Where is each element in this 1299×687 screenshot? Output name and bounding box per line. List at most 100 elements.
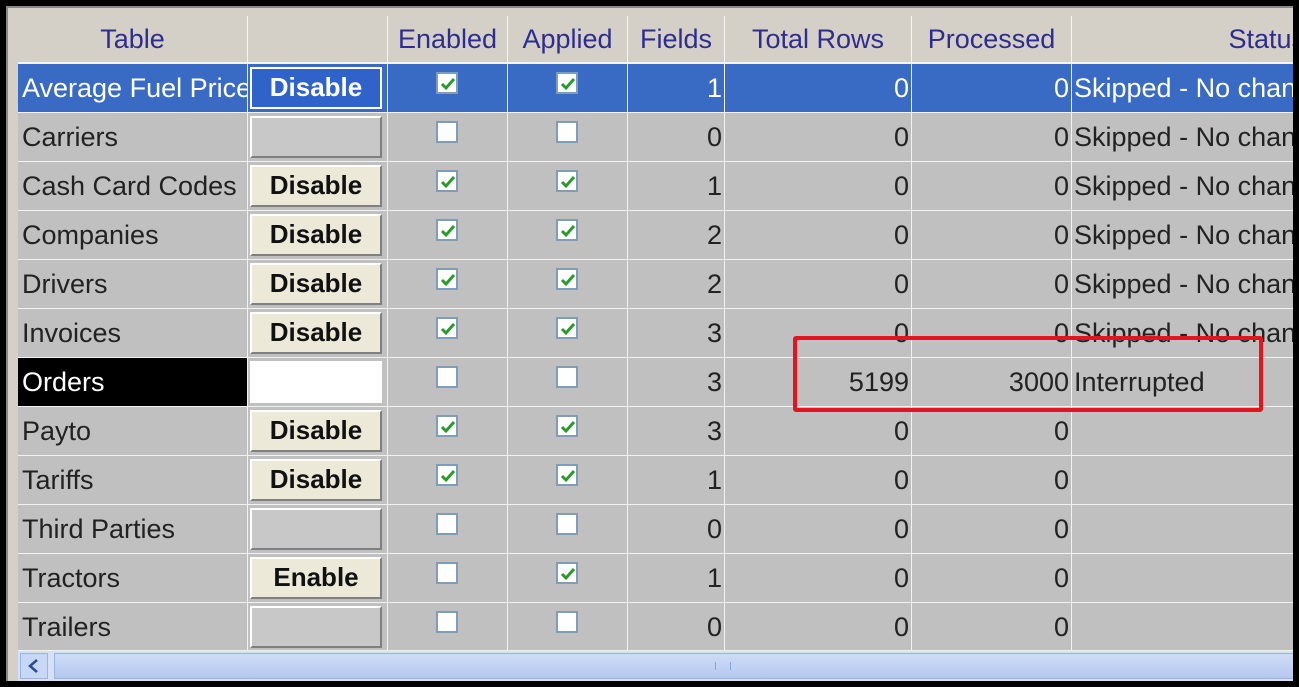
disable-button[interactable]: Disable xyxy=(250,459,382,501)
scroll-left-button[interactable] xyxy=(20,653,48,679)
enabled-checkbox[interactable] xyxy=(436,415,458,437)
checkmark-icon xyxy=(560,274,576,287)
disable-button[interactable]: Disable xyxy=(250,165,382,207)
status-cell: Skipped - No changes xyxy=(1072,260,1293,309)
applied-checkbox[interactable] xyxy=(556,268,578,290)
horizontal-scrollbar[interactable] xyxy=(18,650,1293,681)
table-name-cell[interactable]: Third Parties xyxy=(18,505,248,554)
applied-checkbox[interactable] xyxy=(556,415,578,437)
table-row[interactable]: Tariffs Disable 1 0 0 xyxy=(18,456,1293,505)
table-name-cell[interactable]: Drivers xyxy=(18,260,248,309)
applied-checkbox[interactable] xyxy=(556,219,578,241)
applied-checkbox[interactable] xyxy=(556,611,578,633)
table-row[interactable]: Trailers 0 0 0 xyxy=(18,603,1293,652)
empty-action-button[interactable] xyxy=(250,508,382,550)
enabled-checkbox[interactable] xyxy=(436,366,458,388)
header-enabled[interactable]: Enabled xyxy=(388,16,508,62)
processed-cell: 0 xyxy=(912,554,1072,603)
checkmark-icon xyxy=(560,568,576,581)
empty-action-button[interactable] xyxy=(250,606,382,648)
action-cell: Disable xyxy=(248,162,388,211)
chevron-left-icon xyxy=(28,659,38,673)
header-applied[interactable]: Applied xyxy=(508,16,628,62)
scroll-thumb[interactable] xyxy=(54,653,1293,679)
applied-checkbox[interactable] xyxy=(556,366,578,388)
table-name-cell[interactable]: Companies xyxy=(18,211,248,260)
enabled-checkbox[interactable] xyxy=(436,219,458,241)
enabled-cell xyxy=(388,211,508,260)
empty-action-button[interactable] xyxy=(250,361,382,403)
status-cell: Skipped - No changes xyxy=(1072,211,1293,260)
enabled-checkbox[interactable] xyxy=(436,121,458,143)
enabled-checkbox[interactable] xyxy=(436,464,458,486)
applied-checkbox[interactable] xyxy=(556,562,578,584)
action-cell: Disable xyxy=(248,456,388,505)
table-name-label: Cash Card Codes xyxy=(22,171,237,201)
table-name-label: Tractors xyxy=(22,563,121,593)
processed-cell: 0 xyxy=(912,64,1072,113)
table-row[interactable]: Payto Disable 3 0 0 xyxy=(18,407,1293,456)
enabled-checkbox[interactable] xyxy=(436,562,458,584)
disable-button[interactable]: Disable xyxy=(250,214,382,256)
enabled-cell xyxy=(388,113,508,162)
table-name-label: Third Parties xyxy=(22,514,176,544)
header-fields[interactable]: Fields xyxy=(628,16,725,62)
action-cell: Disable xyxy=(248,260,388,309)
enabled-checkbox[interactable] xyxy=(436,611,458,633)
applied-cell xyxy=(508,113,628,162)
checkmark-icon xyxy=(440,78,456,91)
processed-cell: 0 xyxy=(912,211,1072,260)
disable-button[interactable]: Disable xyxy=(250,263,382,305)
enabled-cell xyxy=(388,456,508,505)
table-row[interactable]: DriversDisable200Skipped - No changes xyxy=(18,260,1293,309)
header-action[interactable] xyxy=(248,16,388,62)
table-name-label: Tariffs xyxy=(22,465,94,495)
enabled-checkbox[interactable] xyxy=(436,513,458,535)
table-name-cell[interactable]: Trailers xyxy=(18,603,248,652)
table-row[interactable]: CompaniesDisable200Skipped - No changes xyxy=(18,211,1293,260)
table-name-cell[interactable]: Carriers xyxy=(18,113,248,162)
table-name-cell[interactable]: Average Fuel Prices xyxy=(18,64,248,113)
applied-checkbox[interactable] xyxy=(556,170,578,192)
fields-cell: 3 xyxy=(628,407,725,456)
table-row[interactable]: Average Fuel Prices Disable 1 0 0 Skipped - N… xyxy=(18,64,1293,113)
processed-cell: 0 xyxy=(912,456,1072,505)
table-row[interactable]: Cash Card Codes Disable 1 0 0 Skipped - No ch… xyxy=(18,162,1293,211)
fields-cell: 1 xyxy=(628,554,725,603)
header-processed[interactable]: Processed xyxy=(912,16,1072,62)
enabled-checkbox[interactable] xyxy=(436,72,458,94)
applied-checkbox[interactable] xyxy=(556,72,578,94)
table-name-cell[interactable]: Tariffs xyxy=(18,456,248,505)
table-row[interactable]: Tractors Enable 1 0 0 xyxy=(18,554,1293,603)
enabled-checkbox[interactable] xyxy=(436,317,458,339)
applied-checkbox[interactable] xyxy=(556,513,578,535)
checkmark-icon xyxy=(440,274,456,287)
header-total-rows[interactable]: Total Rows xyxy=(725,16,912,62)
total-rows-cell: 0 xyxy=(725,456,912,505)
disable-button[interactable]: Disable xyxy=(250,410,382,452)
table-name-cell[interactable]: Orders xyxy=(18,358,248,407)
empty-action-button[interactable] xyxy=(250,116,382,158)
table-name-cell[interactable]: Payto xyxy=(18,407,248,456)
table-row[interactable]: Carriers000Skipped - No changes xyxy=(18,113,1293,162)
applied-cell xyxy=(508,64,628,113)
status-cell: Skipped - No changes xyxy=(1072,113,1293,162)
total-rows-cell: 0 xyxy=(725,603,912,652)
disable-button[interactable]: Disable xyxy=(250,312,382,354)
status-cell: Skipped - No changes xyxy=(1072,64,1293,113)
header-status[interactable]: Status xyxy=(1072,16,1293,62)
enabled-checkbox[interactable] xyxy=(436,170,458,192)
enabled-checkbox[interactable] xyxy=(436,268,458,290)
applied-checkbox[interactable] xyxy=(556,317,578,339)
enabled-cell xyxy=(388,162,508,211)
table-name-cell[interactable]: Invoices xyxy=(18,309,248,358)
applied-checkbox[interactable] xyxy=(556,464,578,486)
table-name-cell[interactable]: Cash Card Codes xyxy=(18,162,248,211)
disable-button[interactable]: Disable xyxy=(250,67,382,109)
table-row[interactable]: Third Parties 0 0 0 xyxy=(18,505,1293,554)
enable-button[interactable]: Enable xyxy=(250,557,382,599)
header-table[interactable]: Table xyxy=(18,16,248,62)
applied-checkbox[interactable] xyxy=(556,121,578,143)
applied-cell xyxy=(508,358,628,407)
table-name-cell[interactable]: Tractors xyxy=(18,554,248,603)
